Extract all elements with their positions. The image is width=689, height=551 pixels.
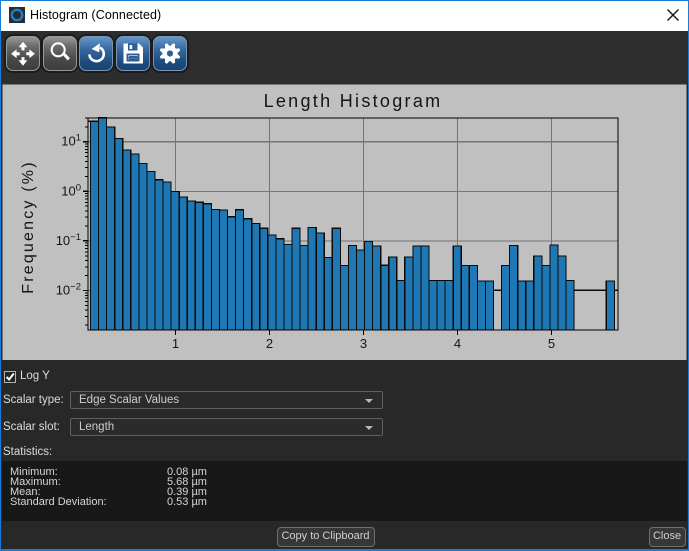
svg-text:3: 3 (360, 336, 367, 351)
svg-text:1: 1 (172, 336, 179, 351)
svg-text:Frequency (%): Frequency (%) (20, 160, 37, 294)
svg-text:Length Histogram: Length Histogram (264, 91, 443, 111)
svg-text:4: 4 (454, 336, 461, 351)
svg-text:5: 5 (548, 336, 555, 351)
svg-text:2: 2 (266, 336, 273, 351)
